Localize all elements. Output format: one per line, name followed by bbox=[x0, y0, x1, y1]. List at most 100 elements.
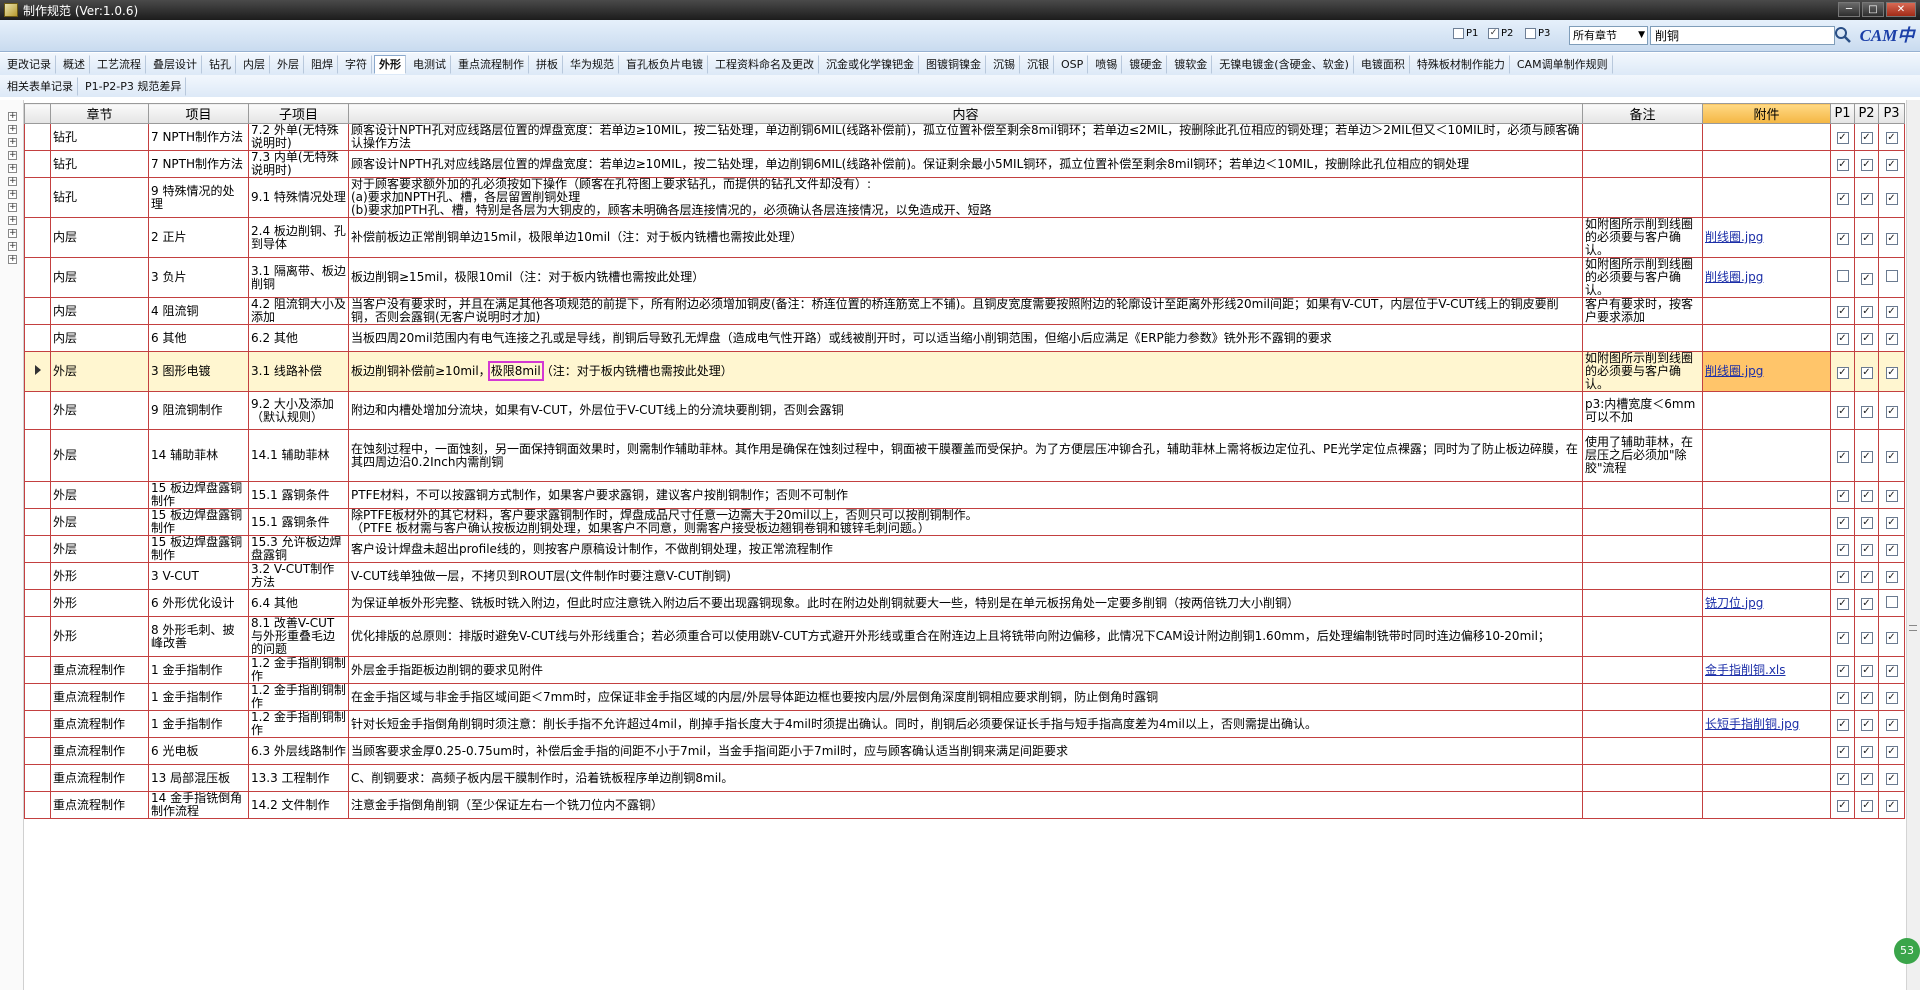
cell-content[interactable]: 客户设计焊盘未超出profile线的，则按客户原稿设计制作，不做削铜处理，按正常… bbox=[348, 535, 1583, 563]
cell-subitem[interactable]: 7.2 外单(无特殊说明时) bbox=[248, 123, 349, 151]
cell-p3[interactable]: ✓ bbox=[1878, 683, 1905, 711]
cell-p2[interactable]: ✓ bbox=[1854, 391, 1879, 430]
cell-p1[interactable]: ✓ bbox=[1830, 710, 1855, 738]
p1-checkbox[interactable]: ✓ bbox=[1836, 800, 1849, 812]
cell-note[interactable] bbox=[1582, 535, 1703, 563]
row-indicator[interactable] bbox=[24, 562, 51, 590]
minimize-button[interactable]: ─ bbox=[1838, 2, 1860, 17]
cell-subitem[interactable]: 7.3 内单(无特殊说明时) bbox=[248, 150, 349, 178]
cell-item[interactable]: 6 其他 bbox=[148, 324, 249, 352]
cell-item[interactable]: 15 板边焊盘露铜制作 bbox=[148, 508, 249, 536]
col-p3[interactable]: P3 bbox=[1878, 103, 1905, 124]
cell-item[interactable]: 13 局部混压板 bbox=[148, 764, 249, 792]
cell-note[interactable]: 客户有要求时，按客户要求添加 bbox=[1582, 297, 1703, 325]
cell-item[interactable]: 3 V-CUT bbox=[148, 562, 249, 590]
cell-chapter[interactable]: 钻孔 bbox=[50, 177, 149, 218]
cell-content[interactable]: 当板四周20mil范围内有电气连接之孔或是导线，削铜后导致孔无焊盘（造成电气性开… bbox=[348, 324, 1583, 352]
cell-note[interactable]: 使用了辅助菲林，在层压之后必须加"除胶"流程 bbox=[1582, 429, 1703, 482]
cell-attach[interactable] bbox=[1702, 737, 1831, 765]
attachment-link[interactable]: 长短手指削铜.jpg bbox=[1705, 717, 1799, 731]
p1-checkbox[interactable]: ✓ bbox=[1836, 192, 1849, 205]
table-row[interactable]: 重点流程制作 6 光电板 6.3 外层线路制作 当顾客要求金厚0.25-0.75um时… bbox=[24, 737, 1905, 765]
p2-checkbox[interactable]: ✓ bbox=[1860, 132, 1873, 144]
p2-checkbox[interactable]: ✓ bbox=[1860, 773, 1873, 785]
table-row[interactable]: 重点流程制作 1 金手指制作 1.2 金手指削铜制作 针对长短金手指倒角削铜时须注意：… bbox=[24, 710, 1905, 738]
cell-chapter[interactable]: 外层 bbox=[50, 391, 149, 430]
cell-attach[interactable] bbox=[1702, 764, 1831, 792]
expand-icon[interactable]: + bbox=[8, 125, 17, 134]
cell-item[interactable]: 3 负片 bbox=[148, 257, 249, 298]
row-indicator[interactable] bbox=[24, 764, 51, 792]
expand-icon[interactable]: + bbox=[8, 138, 17, 147]
p1-checkbox[interactable]: ✓ bbox=[1836, 132, 1849, 144]
cell-content[interactable]: 针对长短金手指倒角削铜时须注意：削长手指不允许超过4mil，削掉手指长度大于4m… bbox=[348, 710, 1583, 738]
attachment-link[interactable]: 削线圈.jpg bbox=[1705, 270, 1763, 284]
cell-content[interactable]: 当顾客要求金厚0.25-0.75um时，补偿后金手指的间距不小于7mil，当金手… bbox=[348, 737, 1583, 765]
p3-checkbox[interactable]: ✓ bbox=[1885, 517, 1898, 529]
tab-23[interactable]: 镀软金 bbox=[1169, 54, 1213, 74]
p3-checkbox[interactable] bbox=[1885, 270, 1898, 282]
cell-chapter[interactable]: 外层 bbox=[50, 508, 149, 536]
cell-p2[interactable]: ✓ bbox=[1854, 791, 1879, 819]
p3-checkbox[interactable]: ✓ bbox=[1885, 571, 1898, 583]
cell-note[interactable] bbox=[1582, 656, 1703, 684]
p1-checkbox[interactable]: ✓ bbox=[1836, 159, 1849, 171]
p1-checkbox[interactable]: ✓ bbox=[1836, 366, 1849, 379]
table-row[interactable]: 内层 4 阻流铜 4.2 阻流铜大小及添加 当客户没有要求时，并且在满足其他各项规范的… bbox=[24, 297, 1905, 325]
cell-p1[interactable]: ✓ bbox=[1830, 616, 1855, 657]
p1-checkbox[interactable]: ✓ bbox=[1836, 544, 1849, 556]
cell-note[interactable] bbox=[1582, 710, 1703, 738]
tab-10[interactable]: 电测试 bbox=[408, 54, 451, 74]
tab-19[interactable]: 沉银 bbox=[1022, 54, 1054, 74]
p2-checkbox[interactable]: ✓ bbox=[1860, 517, 1873, 529]
cell-p1[interactable]: ✓ bbox=[1830, 324, 1855, 352]
attachment-link[interactable]: 铣刀位.jpg bbox=[1705, 596, 1763, 610]
scroll-grip-icon[interactable] bbox=[1909, 625, 1917, 631]
cell-p2[interactable]: ✓ bbox=[1854, 150, 1879, 178]
p2-checkbox[interactable]: ✓ bbox=[1860, 598, 1873, 610]
p3-checkbox[interactable]: ✓ bbox=[1885, 405, 1898, 418]
cell-item[interactable]: 3 图形电镀 bbox=[148, 351, 249, 392]
cell-attach[interactable] bbox=[1702, 683, 1831, 711]
cell-item[interactable]: 6 光电板 bbox=[148, 737, 249, 765]
row-indicator[interactable] bbox=[24, 351, 51, 392]
cell-p3[interactable]: ✓ bbox=[1878, 217, 1905, 258]
cell-note[interactable] bbox=[1582, 589, 1703, 617]
p3-checkbox[interactable]: ✓ bbox=[1885, 490, 1898, 502]
row-indicator[interactable] bbox=[24, 123, 51, 151]
cell-p2[interactable]: ✓ bbox=[1854, 535, 1879, 563]
vertical-scrollbar[interactable] bbox=[1906, 100, 1920, 990]
cell-content[interactable]: 补偿前板边正常削铜单边15mil，极限单边10mil（注：对于板内铣槽也需按此处… bbox=[348, 217, 1583, 258]
tab-6[interactable]: 外层 bbox=[272, 54, 304, 74]
cell-item[interactable]: 7 NPTH制作方法 bbox=[148, 123, 249, 151]
cell-subitem[interactable]: 14.2 文件制作 bbox=[248, 791, 349, 819]
cell-p3[interactable]: ✓ bbox=[1878, 616, 1905, 657]
cell-p2[interactable]: ✓ bbox=[1854, 710, 1879, 738]
p1-checkbox[interactable]: ✓ bbox=[1836, 719, 1849, 731]
cell-attach[interactable] bbox=[1702, 616, 1831, 657]
cell-content[interactable]: V-CUT线单独做一层，不拷贝到ROUT层(文件制作时要注意V-CUT削铜) bbox=[348, 562, 1583, 590]
cell-p2[interactable]: ✓ bbox=[1854, 123, 1879, 151]
cell-subitem[interactable]: 1.2 金手指削铜制作 bbox=[248, 710, 349, 738]
p3-checkbox[interactable]: ✓ bbox=[1885, 746, 1898, 758]
p1-checkbox[interactable]: ✓ bbox=[1836, 692, 1849, 704]
cell-p2[interactable]: ✓ bbox=[1854, 177, 1879, 218]
table-row[interactable]: 外形 6 外形优化设计 6.4 其他 为保证单板外形完整、铣板时铣入附边，但此时应注意… bbox=[24, 589, 1905, 617]
cell-item[interactable]: 6 外形优化设计 bbox=[148, 589, 249, 617]
p1-filter[interactable]: P1 bbox=[1453, 28, 1478, 39]
p3-checkbox[interactable]: ✓ bbox=[1885, 192, 1898, 205]
cell-subitem[interactable]: 13.3 工程制作 bbox=[248, 764, 349, 792]
p2-filter[interactable]: ✓ P2 bbox=[1488, 28, 1513, 39]
cell-content[interactable]: 在金手指区域与非金手指区域间距＜7mm时，应保证非金手指区域的内层/外层导体距边… bbox=[348, 683, 1583, 711]
cell-attach[interactable] bbox=[1702, 508, 1831, 536]
cell-p1[interactable]: ✓ bbox=[1830, 297, 1855, 325]
cell-item[interactable]: 14 辅助菲林 bbox=[148, 429, 249, 482]
cell-note[interactable] bbox=[1582, 150, 1703, 178]
cell-item[interactable]: 7 NPTH制作方法 bbox=[148, 150, 249, 178]
attachment-link[interactable]: 削线圈.jpg bbox=[1705, 364, 1763, 378]
cell-note[interactable] bbox=[1582, 177, 1703, 218]
table-row[interactable]: 内层 6 其他 6.2 其他 当板四周20mil范围内有电气连接之孔或是导线，削铜后导… bbox=[24, 324, 1905, 352]
row-indicator[interactable] bbox=[24, 481, 51, 509]
cell-content[interactable]: C、削铜要求：高频子板内层干膜制作时，沿着铣板程序单边削铜8mil。 bbox=[348, 764, 1583, 792]
p1-checkbox[interactable]: ✓ bbox=[1836, 746, 1849, 758]
